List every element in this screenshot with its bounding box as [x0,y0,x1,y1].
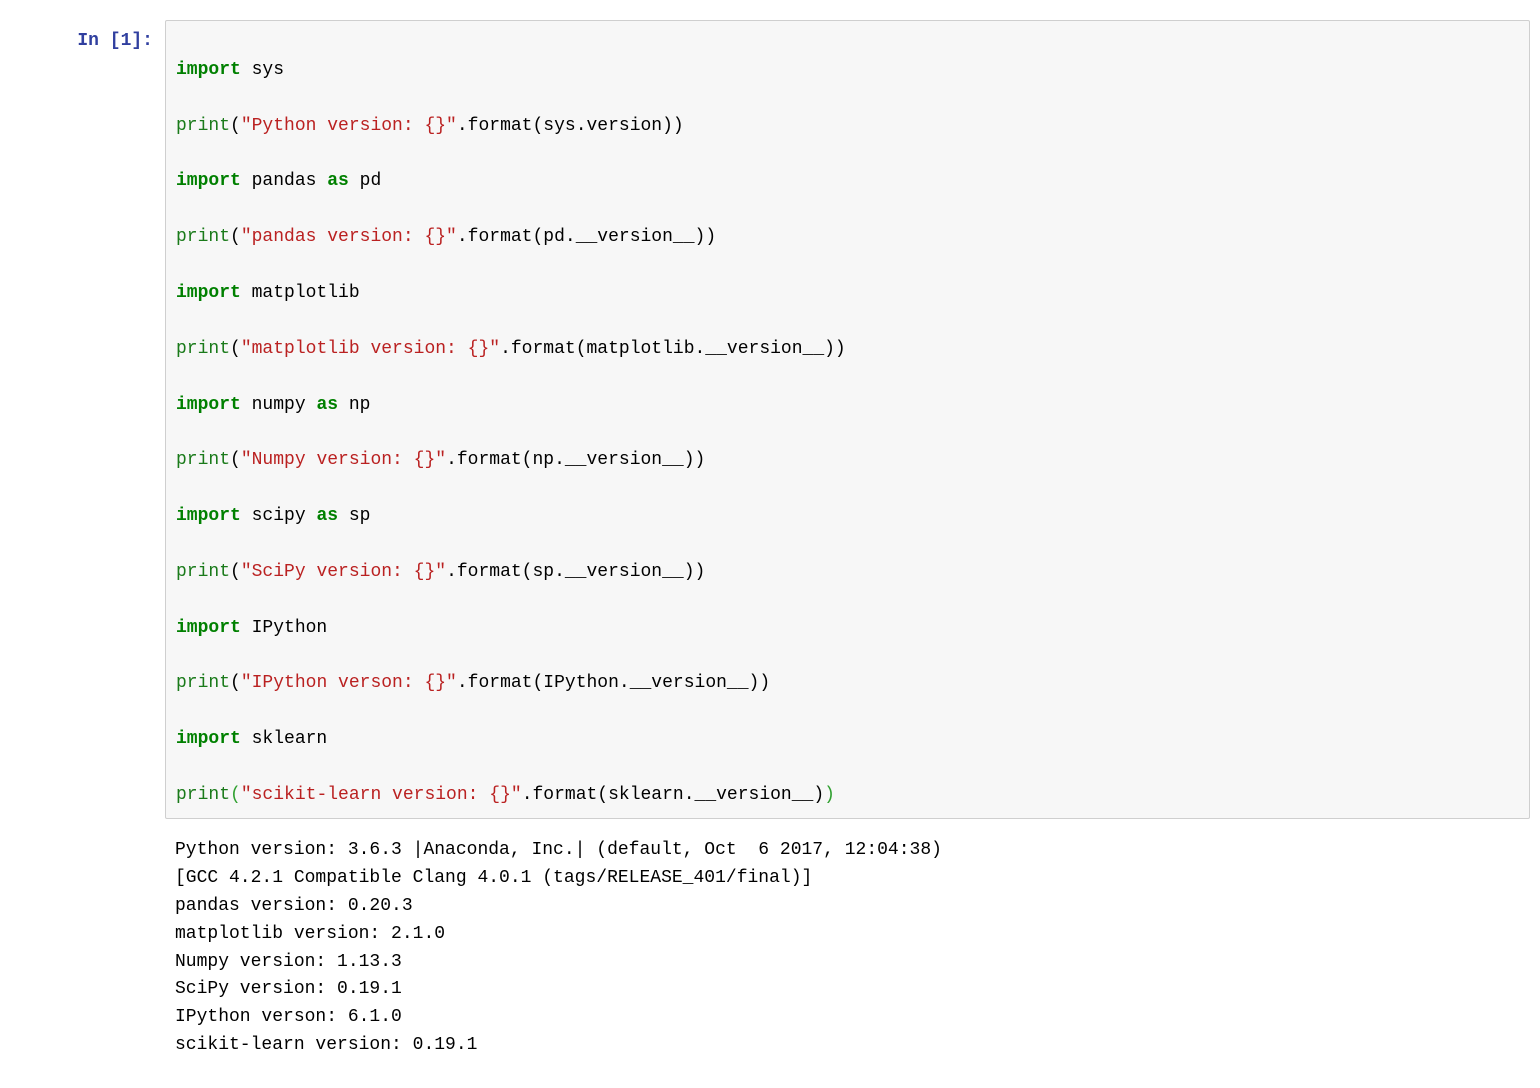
keyword-import: import [176,506,241,526]
keyword-as: as [316,395,338,415]
code-line: print("Numpy version: {}".format(np.__ve… [176,447,1519,475]
fn-print: print [176,450,230,470]
string-literal: "scikit-learn version: {}" [241,785,522,805]
code-input-area[interactable]: import sys print("Python version: {}".fo… [165,20,1530,819]
code-text: matplotlib [241,283,360,303]
fn-print: print [176,562,230,582]
keyword-as: as [316,506,338,526]
code-text: sp [338,506,370,526]
code-line: print("Python version: {}".format(sys.ve… [176,113,1519,141]
keyword-as: as [327,171,349,191]
code-text: .format(np.__version__)) [446,450,705,470]
paren-open: ( [230,450,241,470]
paren-open: ( [230,562,241,582]
code-text: .format(sys.version)) [457,116,684,136]
input-prompt: In [1]: [10,20,165,56]
code-line: print("IPython verson: {}".format(IPytho… [176,670,1519,698]
keyword-import: import [176,283,241,303]
code-text: pd [349,171,381,191]
keyword-import: import [176,618,241,638]
output-cell: Python version: 3.6.3 |Anaconda, Inc.| (… [10,829,1530,1068]
code-text: scipy [241,506,317,526]
output-line: pandas version: 0.20.3 [175,896,413,916]
string-literal: "Numpy version: {}" [241,450,446,470]
code-text: .format(IPython.__version__)) [457,673,770,693]
code-line: import sklearn [176,726,1519,754]
string-literal: "IPython verson: {}" [241,673,457,693]
string-literal: "pandas version: {}" [241,227,457,247]
code-line: import sys [176,57,1519,85]
paren-open: ( [230,673,241,693]
code-line: import numpy as np [176,392,1519,420]
output-line: scikit-learn version: 0.19.1 [175,1035,477,1055]
output-line: Python version: 3.6.3 |Anaconda, Inc.| (… [175,840,942,860]
code-text: .format(sp.__version__)) [446,562,705,582]
keyword-import: import [176,729,241,749]
code-line: import pandas as pd [176,168,1519,196]
code-line: print("matplotlib version: {}".format(ma… [176,336,1519,364]
code-cell: In [1]: import sys print("Python version… [10,20,1530,819]
code-text: .format(matplotlib.__version__)) [500,339,846,359]
code-line: import matplotlib [176,280,1519,308]
code-text: IPython [241,618,327,638]
code-text: .format(sklearn.__version__) [522,785,824,805]
paren-open: ( [230,339,241,359]
fn-print: print [176,116,230,136]
prompt-label: In [1]: [77,31,153,51]
output-line: matplotlib version: 2.1.0 [175,924,445,944]
paren-open: ( [230,116,241,136]
paren-open: ( [230,227,241,247]
keyword-import: import [176,60,241,80]
output-prompt [10,829,165,837]
code-line: import IPython [176,615,1519,643]
keyword-import: import [176,395,241,415]
code-text: np [338,395,370,415]
output-line: SciPy version: 0.19.1 [175,979,402,999]
string-literal: "SciPy version: {}" [241,562,446,582]
output-line: Numpy version: 1.13.3 [175,952,402,972]
code-text: .format(pd.__version__)) [457,227,716,247]
code-output-area: Python version: 3.6.3 |Anaconda, Inc.| (… [165,829,1530,1068]
string-literal: "matplotlib version: {}" [241,339,500,359]
keyword-import: import [176,171,241,191]
code-text: pandas [241,171,327,191]
paren-open-highlight: ( [230,785,241,805]
output-line: IPython verson: 6.1.0 [175,1007,402,1027]
code-line: print("pandas version: {}".format(pd.__v… [176,224,1519,252]
code-line: print("SciPy version: {}".format(sp.__ve… [176,559,1519,587]
fn-print: print [176,227,230,247]
code-text: sys [241,60,284,80]
output-line: [GCC 4.2.1 Compatible Clang 4.0.1 (tags/… [175,868,812,888]
code-text: numpy [241,395,317,415]
string-literal: "Python version: {}" [241,116,457,136]
code-text: sklearn [241,729,327,749]
paren-close-highlight: ) [824,785,835,805]
fn-print: print [176,339,230,359]
code-line: import scipy as sp [176,503,1519,531]
fn-print: print [176,673,230,693]
fn-print: print [176,785,230,805]
